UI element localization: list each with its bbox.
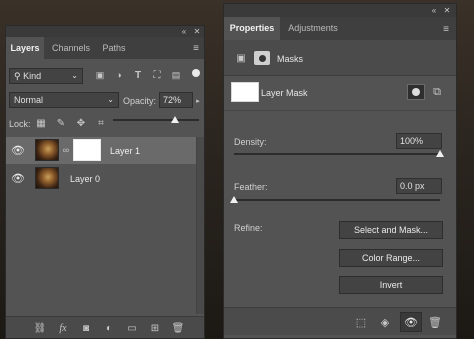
filter-toggle-icon[interactable]	[192, 69, 200, 77]
collapse-icon[interactable]: «	[428, 4, 440, 17]
color-range-button[interactable]: Color Range...	[339, 249, 443, 267]
feather-input[interactable]: 0.0 px	[396, 178, 442, 194]
panel-menu-icon[interactable]: ≡	[190, 42, 202, 54]
properties-tab-bar: Properties Adjustments ≡	[224, 17, 456, 40]
feather-slider-track[interactable]	[234, 199, 440, 201]
opacity-label: Opacity:	[123, 96, 157, 106]
tab-channels[interactable]: Channels	[48, 37, 94, 59]
filter-smart-object-icon[interactable]: ▤	[170, 69, 182, 81]
invert-button[interactable]: Invert	[339, 276, 443, 294]
layers-scrollbar[interactable]	[196, 137, 204, 314]
density-slider-thumb[interactable]	[436, 150, 444, 157]
tab-adjustments[interactable]: Adjustments	[284, 17, 342, 40]
search-icon: ⚲	[14, 71, 21, 81]
selection-icon[interactable]: ⬚	[354, 315, 368, 329]
blend-mode-select[interactable]: Normal ⌄	[9, 92, 119, 108]
blend-mode-value: Normal	[14, 95, 44, 105]
feather-value: 0.0 px	[400, 181, 425, 191]
adjustment-icon[interactable]: ◐	[102, 322, 116, 334]
layer-mask-thumbnail[interactable]	[73, 139, 101, 161]
fx-icon[interactable]: fx	[56, 322, 70, 334]
mask-icon[interactable]	[254, 51, 270, 65]
chevron-down-icon: ⌄	[107, 95, 114, 104]
layers-panel-titlebar: « ✕	[6, 26, 204, 37]
select-and-mask-button[interactable]: Select and Mask...	[339, 221, 443, 239]
add-mask-icon[interactable]: ◙	[79, 322, 93, 334]
mask-link-icon[interactable]: ∞	[62, 144, 70, 156]
filter-kind-select[interactable]: ⚲ Kind ⌄	[9, 68, 83, 84]
eye-icon[interactable]: 👁	[400, 312, 422, 332]
filter-adjustment-icon[interactable]: ◑	[113, 69, 125, 81]
lock-label: Lock:	[9, 119, 31, 129]
layers-footer: ⛓ fx ◙ ◐ ▭ ⊞ 🗑	[6, 316, 204, 338]
layer-thumbnail	[35, 167, 59, 189]
density-slider-track[interactable]	[234, 153, 440, 155]
visibility-eye-icon[interactable]: 👁	[11, 171, 25, 185]
add-vector-mask-icon[interactable]: ⧉	[429, 84, 445, 100]
layers-panel: « ✕ Layers Channels Paths ≡ ⚲ Kind ⌄ ▣ ◑…	[5, 25, 205, 339]
lock-transparent-icon[interactable]: ▦	[35, 117, 47, 129]
select-layer-mask-icon[interactable]	[407, 84, 425, 100]
filter-shape-icon[interactable]: ⛶	[151, 69, 163, 81]
feather-label: Feather:	[234, 182, 268, 192]
layer-thumbnail	[35, 139, 59, 161]
feather-slider-thumb[interactable]	[230, 196, 238, 203]
close-icon[interactable]: ✕	[442, 4, 452, 17]
visibility-eye-icon[interactable]: 👁	[11, 143, 25, 157]
opacity-slider-thumb[interactable]	[170, 116, 179, 123]
close-icon[interactable]: ✕	[192, 26, 202, 37]
opacity-input[interactable]: 72%	[159, 92, 193, 108]
layers-tab-bar: Layers Channels Paths ≡	[6, 37, 204, 59]
collapse-icon[interactable]: «	[178, 26, 190, 37]
section-title: Masks	[277, 54, 304, 64]
chevron-down-icon: ⌄	[71, 71, 78, 80]
divider	[224, 110, 456, 111]
tab-properties[interactable]: Properties	[224, 17, 280, 40]
panel-menu-icon[interactable]: ≡	[440, 23, 452, 35]
lock-image-icon[interactable]: ✎	[55, 117, 67, 129]
refine-label: Refine:	[234, 223, 263, 233]
tab-paths[interactable]: Paths	[98, 37, 130, 59]
layer-name[interactable]: Layer 0	[70, 174, 100, 184]
properties-panel: « ✕ Properties Adjustments ≡ ▣ Masks Lay…	[223, 3, 457, 339]
density-label: Density:	[234, 137, 267, 147]
density-input[interactable]: 100%	[396, 133, 442, 149]
opacity-dropdown-icon[interactable]: ▸	[193, 96, 203, 106]
filter-pixel-icon[interactable]: ▣	[94, 69, 106, 81]
opacity-slider-track	[113, 119, 199, 121]
density-value: 100%	[400, 136, 424, 146]
link-icon[interactable]: ⛓	[33, 322, 47, 334]
opacity-popup-slider[interactable]	[107, 108, 204, 130]
tab-layers[interactable]: Layers	[6, 37, 44, 59]
properties-footer: ⬚ ◈ 👁 🗑	[224, 307, 456, 335]
layer-row[interactable]: 👁 Layer 0	[6, 165, 204, 192]
layer-row[interactable]: 👁 ∞ Layer 1	[6, 137, 204, 164]
opacity-value: 72%	[163, 95, 182, 105]
pixel-mask-icon[interactable]: ▣	[234, 52, 248, 64]
folder-icon[interactable]: ▭	[125, 322, 139, 334]
trash-icon[interactable]: 🗑	[428, 315, 442, 329]
lock-artboard-icon[interactable]: ⌗	[95, 117, 107, 129]
new-layer-icon[interactable]: ⊞	[148, 322, 162, 334]
filter-type-icon[interactable]: T	[132, 69, 144, 81]
lock-position-icon[interactable]: ✥	[75, 117, 87, 129]
properties-header: ▣ Masks	[224, 40, 456, 76]
mask-thumbnail	[231, 82, 259, 102]
properties-panel-titlebar: « ✕	[224, 4, 456, 17]
mask-type-label: Layer Mask	[261, 88, 308, 98]
layer-name[interactable]: Layer 1	[110, 146, 140, 156]
filter-kind-value: Kind	[23, 71, 42, 81]
trash-icon[interactable]: 🗑	[171, 322, 185, 334]
apply-mask-icon[interactable]: ◈	[378, 315, 392, 329]
